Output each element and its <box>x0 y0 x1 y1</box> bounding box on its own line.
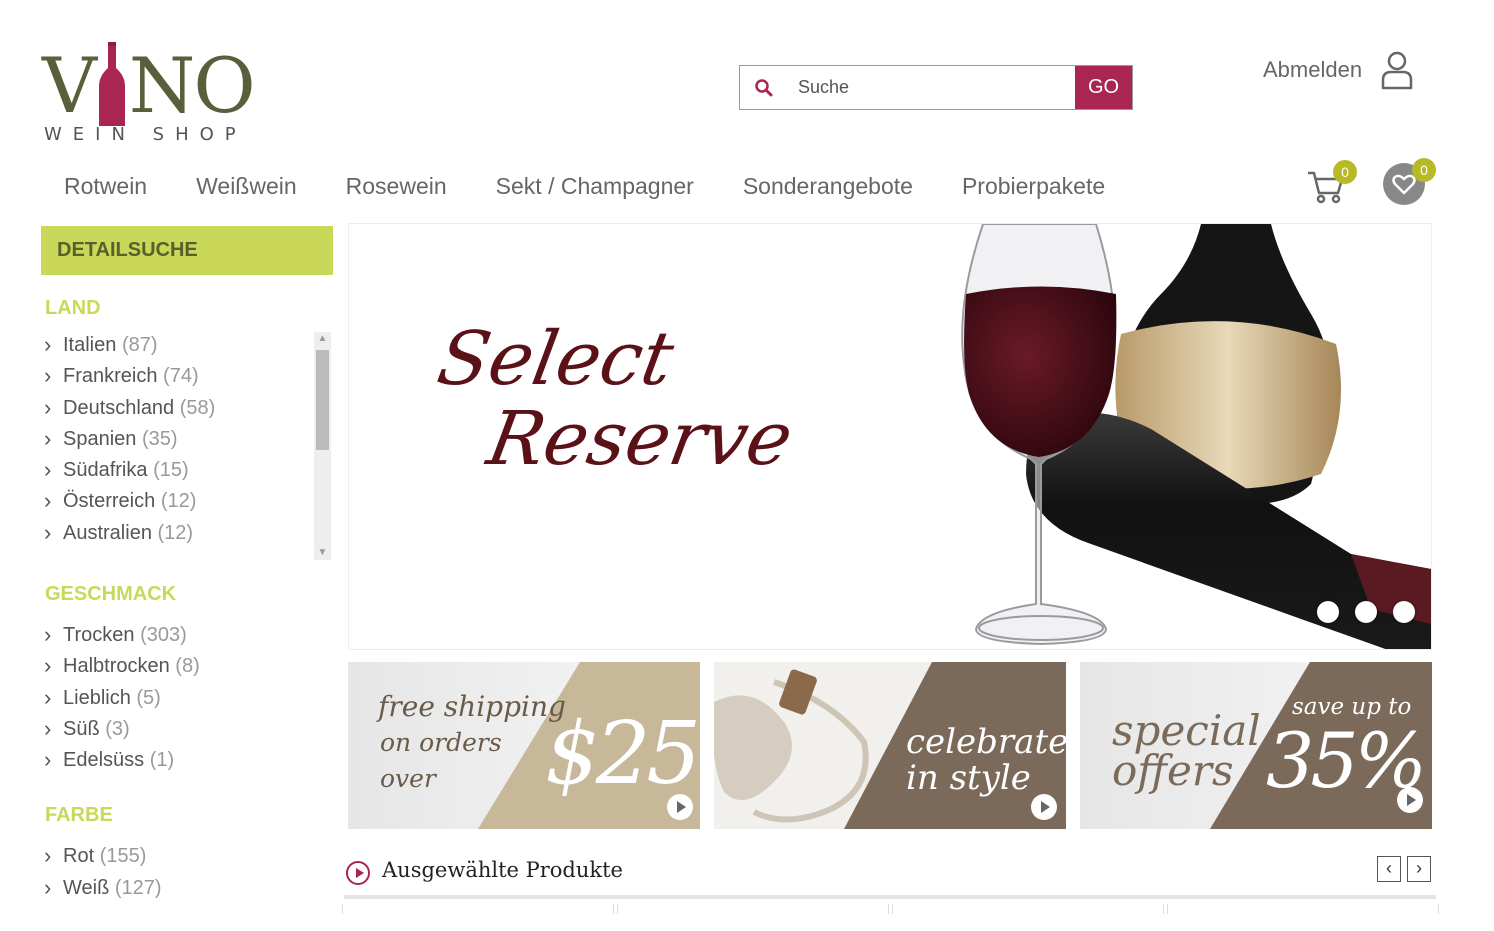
filter-title-land: LAND <box>45 297 101 319</box>
promo-1-play-icon[interactable] <box>667 794 693 820</box>
featured-divider <box>344 895 1436 899</box>
hero-line-1: Select <box>431 316 680 402</box>
nav-item-sekt-champagner[interactable]: Sekt / Champagner <box>496 173 694 200</box>
promo-1-line-3: over <box>380 764 436 793</box>
scroll-thumb[interactable] <box>316 350 329 450</box>
promo-special-offers[interactable]: special offers save up to 35% <box>1080 662 1432 829</box>
hero-headline: Select Reserve <box>431 316 798 482</box>
promo-celebrate[interactable]: celebrate in style <box>714 662 1066 829</box>
promo-1-line-1: free shipping <box>378 690 566 723</box>
nav-item-rotwein[interactable]: Rotwein <box>64 173 147 200</box>
filter-item-land[interactable]: Deutschland (58) <box>41 392 333 424</box>
filter-title-farbe: FARBE <box>45 804 113 827</box>
product-card[interactable] <box>892 904 1164 914</box>
slider-dot[interactable] <box>1355 601 1377 623</box>
main-nav: Rotwein Weißwein Rosewein Sekt / Champag… <box>64 173 1154 200</box>
cart-count-badge: 0 <box>1333 160 1357 184</box>
wishlist-button[interactable]: 0 <box>1382 158 1440 206</box>
logo-subtitle: WEIN SHOP <box>44 124 247 145</box>
cart-button[interactable]: 0 <box>1306 160 1357 205</box>
product-card[interactable] <box>1167 904 1439 914</box>
filter-item-geschmack[interactable]: Trocken (303) <box>41 619 333 651</box>
featured-title: Ausgewählte Produkte <box>382 858 623 882</box>
land-filter-scroll: Italien (87) Frankreich (74) Deutschland… <box>41 330 333 556</box>
search-bar: GO <box>739 65 1133 110</box>
featured-products: Ausgewählte Produkte ‹ › <box>344 855 1436 899</box>
product-card[interactable] <box>617 904 889 914</box>
filter-item-land[interactable]: Italien (87) <box>41 330 333 361</box>
scroll-down-icon[interactable]: ▼ <box>314 546 331 560</box>
nav-item-weisswein[interactable]: Weißwein <box>196 173 297 200</box>
search-input[interactable] <box>788 66 1075 109</box>
scroll-up-icon[interactable]: ▲ <box>314 332 331 346</box>
filter-item-farbe[interactable]: Rot (155) <box>41 840 333 872</box>
filter-item-geschmack[interactable]: Süß (3) <box>41 713 333 745</box>
filter-item-geschmack[interactable]: Lieblich (5) <box>41 682 333 714</box>
filter-item-land[interactable]: Australien (12) <box>41 517 333 549</box>
promo-2-line-2: in style <box>906 758 1031 798</box>
hero-slider[interactable]: Select Reserve <box>348 223 1432 650</box>
wine-glass-and-bottles-image <box>961 224 1431 649</box>
filter-item-land[interactable]: Südafrika (15) <box>41 454 333 486</box>
promo-free-shipping[interactable]: free shipping on orders over $25 <box>348 662 700 829</box>
play-circle-icon <box>346 861 370 885</box>
chevron-left-icon[interactable]: ‹ <box>1377 856 1401 882</box>
detail-search-header[interactable]: DETAILSUCHE <box>41 226 333 275</box>
account-area[interactable]: Abmelden <box>1263 50 1414 90</box>
filter-item-farbe[interactable]: Weiß (127) <box>41 872 333 904</box>
search-icon[interactable] <box>740 66 788 109</box>
land-scrollbar[interactable]: ▲ ▼ <box>314 332 331 560</box>
nav-item-sonderangebote[interactable]: Sonderangebote <box>743 173 913 200</box>
chevron-right-icon[interactable]: › <box>1407 856 1431 882</box>
promo-1-line-2: on orders <box>380 728 502 757</box>
promo-3-play-icon[interactable] <box>1397 787 1423 813</box>
logout-link[interactable]: Abmelden <box>1263 57 1362 83</box>
product-card[interactable] <box>342 904 614 914</box>
filter-sidebar: DETAILSUCHE LAND Italien (87) Frankreich… <box>41 226 333 904</box>
site-logo[interactable]: V NO WEIN SHOP <box>42 36 256 146</box>
promo-3-line-2: offers <box>1112 746 1234 795</box>
filter-item-land[interactable]: Österreich (12) <box>41 485 333 517</box>
filter-title-geschmack: GESCHMACK <box>45 583 177 605</box>
user-icon[interactable] <box>1380 50 1414 90</box>
filter-item-land[interactable]: Spanien (35) <box>41 423 333 455</box>
wine-bottle-icon <box>98 42 125 126</box>
slider-dot[interactable] <box>1317 601 1339 623</box>
filter-item-geschmack[interactable]: Edelsüss (1) <box>41 744 333 776</box>
promo-2-play-icon[interactable] <box>1031 794 1057 820</box>
logo-letters-no: NO <box>128 41 256 130</box>
nav-item-probierpakete[interactable]: Probierpakete <box>962 173 1105 200</box>
nav-item-rosewein[interactable]: Rosewein <box>346 173 447 200</box>
filter-item-geschmack[interactable]: Halbtrocken (8) <box>41 650 333 682</box>
promo-1-price: $25 <box>545 704 700 804</box>
logo-letter-v: V <box>42 41 97 130</box>
search-go-button[interactable]: GO <box>1075 66 1132 109</box>
wishlist-count-badge: 0 <box>1412 158 1436 182</box>
slider-dots <box>1317 601 1415 623</box>
filter-item-land[interactable]: Frankreich (74) <box>41 360 333 392</box>
hero-line-2: Reserve <box>481 396 799 482</box>
promo-2-line-1: celebrate <box>906 722 1066 762</box>
slider-dot[interactable] <box>1393 601 1415 623</box>
